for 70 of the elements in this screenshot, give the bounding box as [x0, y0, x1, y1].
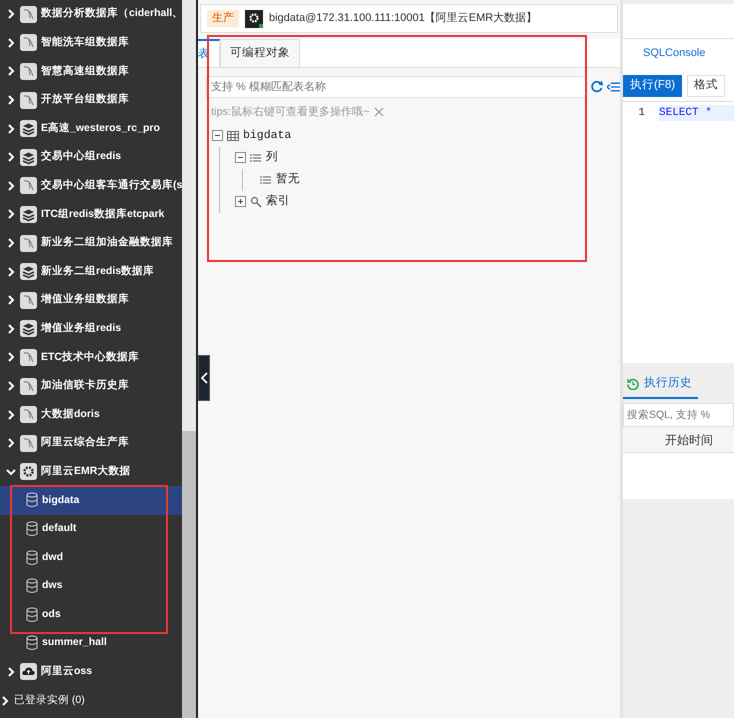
tips-text: tips:鼠标右键可查看更多操作哦~ [211, 105, 370, 120]
database-icon [26, 635, 38, 652]
collapse-handle[interactable] [198, 355, 210, 401]
sidebar-item[interactable]: 阿里云oss [0, 658, 182, 686]
stack-icon [20, 206, 37, 223]
environment-tag: 生产 [207, 10, 239, 27]
database-item[interactable]: bigdata [0, 486, 182, 515]
close-icon[interactable] [374, 107, 384, 118]
refresh-icon [590, 80, 604, 94]
database-item[interactable]: default [0, 514, 182, 544]
scrollbar-thumb[interactable] [182, 431, 196, 718]
sidebar-item[interactable]: 增值业务组redis [0, 314, 182, 344]
database-item[interactable]: dws [0, 572, 182, 600]
tree-node[interactable]: 列 [266, 148, 278, 166]
gear-icon [245, 10, 263, 28]
sidebar-item[interactable]: ITC组redis数据库etcpark [0, 200, 182, 229]
console-tab[interactable]: SQLConsole [623, 39, 734, 68]
stack-icon [20, 263, 37, 280]
database-item[interactable]: summer_hall [0, 629, 182, 658]
column-header: 开始时间 [665, 432, 713, 448]
database-icon [26, 550, 38, 566]
gear-icon [20, 463, 37, 480]
search-icon [250, 196, 262, 208]
sidebar-item[interactable]: 新业务二组加油金融数据库 [0, 228, 182, 258]
sidebar-item[interactable]: 智慧高速组数据库 [0, 57, 182, 86]
database-item[interactable]: ods [0, 600, 182, 630]
format-button[interactable]: 格式 [687, 75, 726, 97]
database-icon [26, 606, 38, 623]
sidebar-item[interactable]: 增值业务组数据库 [0, 286, 182, 315]
run-button[interactable]: 执行(F8) [623, 75, 682, 97]
sidebar-item[interactable]: 数据分析数据库（ciderhall、 [0, 0, 182, 29]
database-icon [26, 578, 38, 594]
sidebar-item[interactable]: ETC技术中心数据库 [0, 343, 182, 372]
cloud-icon [20, 663, 37, 680]
sidebar-item[interactable]: 交易中心组客车通行交易库(s [0, 172, 182, 200]
history-search-field[interactable]: 搜索SQL, 支持 % [623, 403, 734, 427]
sidebar-item[interactable]: 加油信联卡历史库 [0, 372, 182, 400]
database-icon [26, 520, 38, 537]
list-icon [260, 174, 272, 186]
database-icon [26, 492, 38, 508]
tree-node[interactable]: 索引 [266, 192, 290, 210]
sidebar-item[interactable]: E高速_westeros_rc_pro [0, 114, 182, 143]
history-icon [627, 378, 639, 390]
database-item[interactable]: dwd [0, 543, 182, 572]
collapse-icon[interactable] [235, 152, 246, 163]
list-icon [606, 81, 620, 93]
stack-icon [20, 320, 37, 338]
table-icon [227, 130, 239, 142]
tree-node[interactable]: bigdata [243, 126, 292, 144]
expand-icon[interactable] [235, 196, 246, 207]
stack-icon [20, 148, 37, 166]
tree-node[interactable]: 暂无 [276, 170, 300, 188]
history-tab[interactable]: 执行历史 [623, 371, 698, 399]
sidebar-item[interactable]: 阿里云EMR大数据 [0, 458, 182, 486]
collapse-icon[interactable] [212, 130, 223, 141]
sidebar-item[interactable]: 阿里云综合生产库 [0, 428, 182, 458]
connection-title: bigdata@172.31.100.111:10001【阿里云EMR大数据】 [269, 10, 538, 26]
sql-editor[interactable]: 1 SELECT * [623, 101, 734, 363]
stack-icon [20, 120, 37, 138]
list-icon [250, 152, 262, 164]
search-field[interactable]: 支持 % 模糊匹配表名称 [206, 76, 588, 98]
sidebar-item[interactable]: 开放平台组数据库 [0, 86, 182, 114]
sidebar-item[interactable]: 新业务二组redis数据库 [0, 257, 182, 286]
sidebar-item[interactable]: 大数据doris [0, 400, 182, 429]
sidebar-item[interactable]: 交易中心组redis [0, 142, 182, 172]
chevron-left-icon [200, 372, 208, 384]
line-number: 1 [637, 106, 645, 121]
sidebar-item[interactable]: 智能洗车组数据库 [0, 28, 182, 58]
tab[interactable]: 可编程对象 [220, 39, 300, 67]
instances-item[interactable]: 已登录实例 (0) [0, 686, 182, 715]
